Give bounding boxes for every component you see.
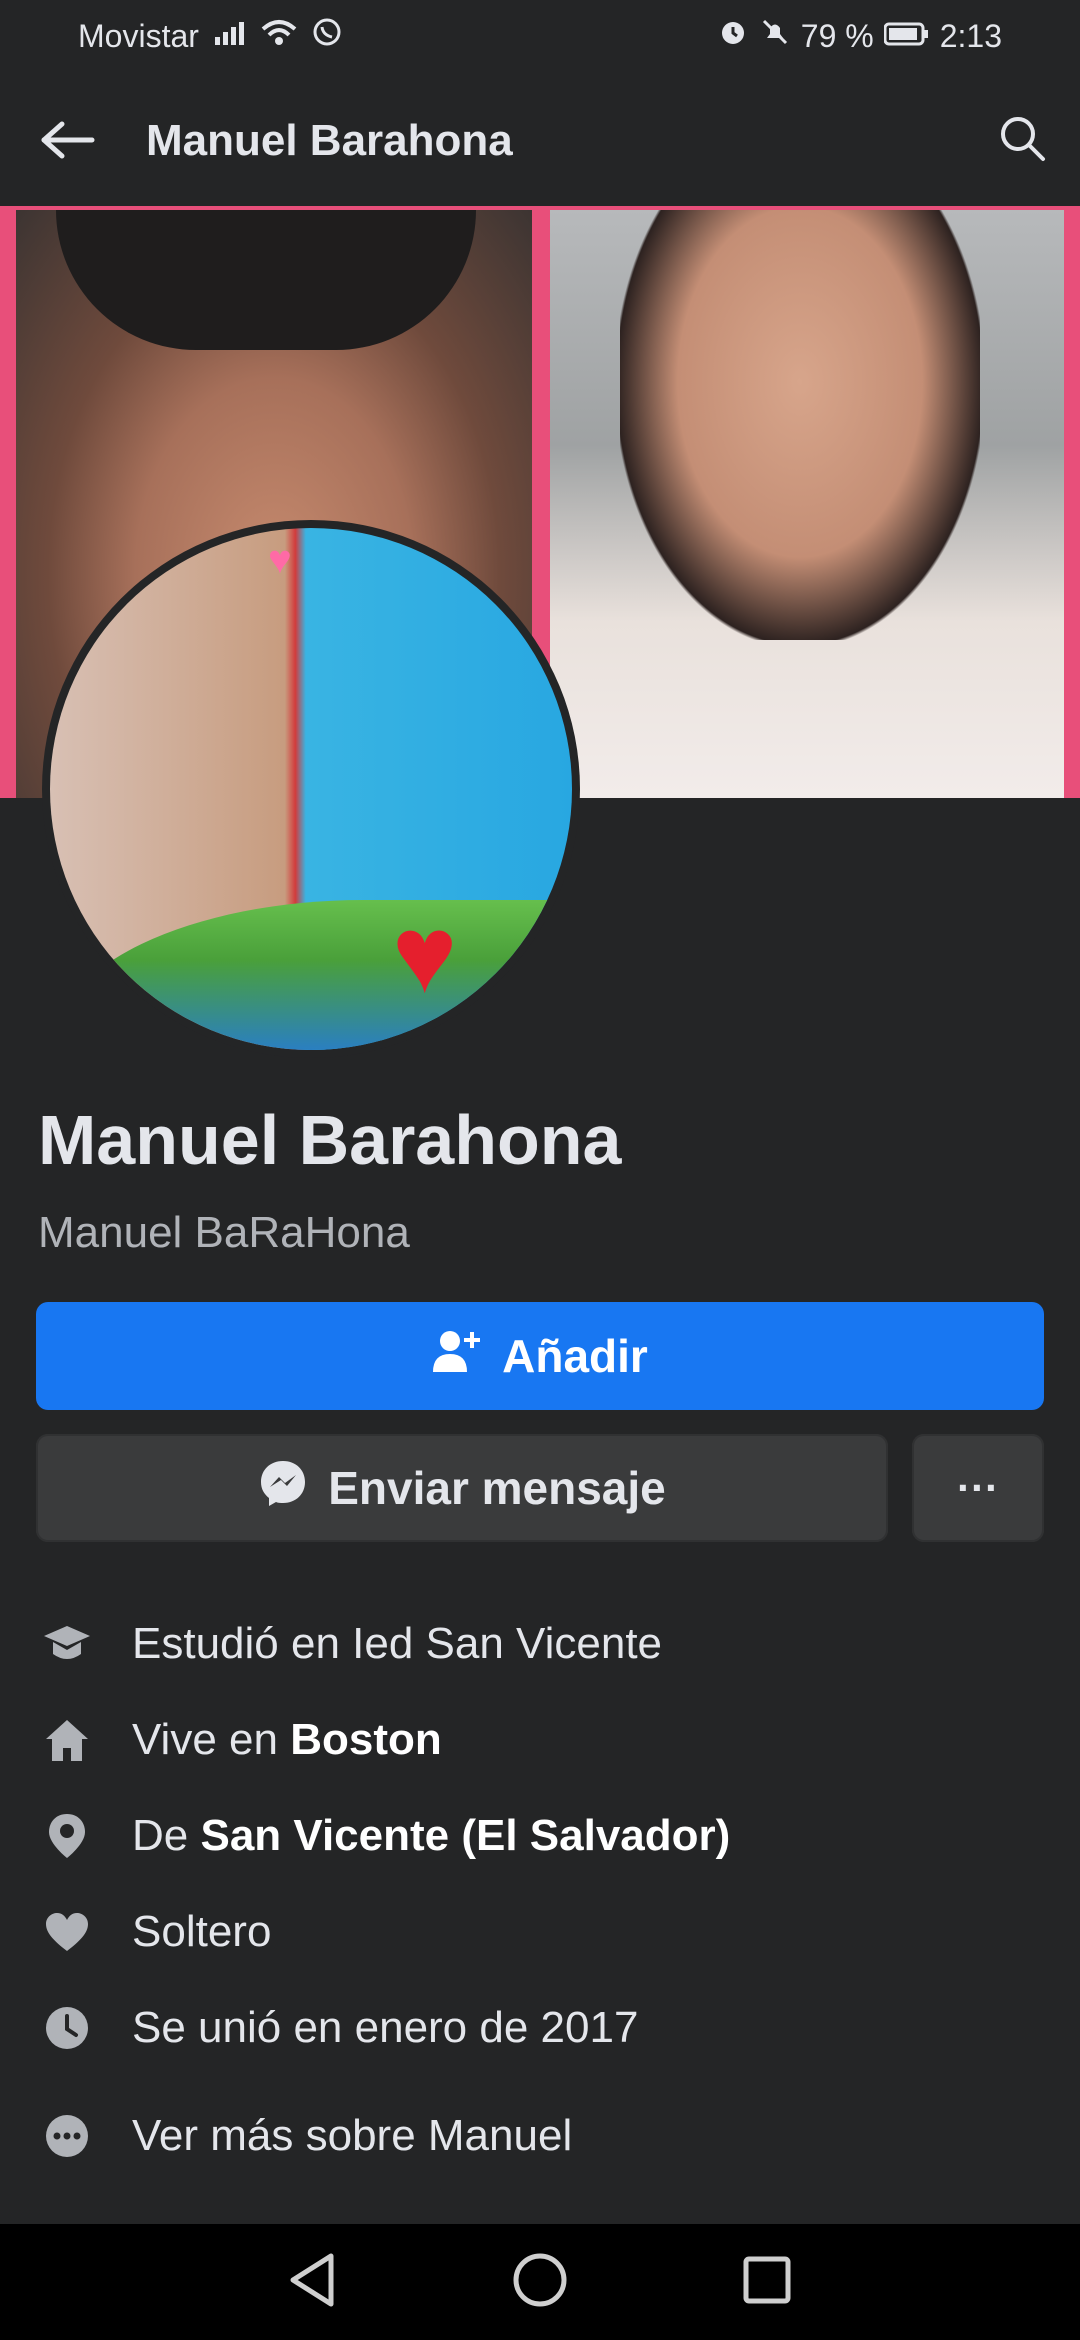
more-dots-icon bbox=[36, 2105, 98, 2167]
clock-time: 2:13 bbox=[939, 17, 1002, 54]
battery-icon bbox=[883, 18, 930, 55]
graduation-cap-icon bbox=[36, 1613, 98, 1675]
see-more-row[interactable]: Ver más sobre Manuel bbox=[36, 2088, 1044, 2184]
joined-text: Se unió en enero de 2017 bbox=[132, 2003, 639, 2052]
more-options-label: ··· bbox=[957, 1464, 999, 1511]
education-row: Estudió en Ied San Vicente bbox=[36, 1596, 1044, 1692]
back-button[interactable] bbox=[36, 110, 100, 174]
circle-home-icon bbox=[512, 2252, 568, 2313]
location-pin-icon bbox=[36, 1805, 98, 1867]
lives-in-prefix: Vive en bbox=[132, 1715, 278, 1764]
more-options-button[interactable]: ··· bbox=[912, 1434, 1044, 1542]
see-more-text: Ver más sobre Manuel bbox=[132, 2111, 573, 2160]
top-app-bar: Manuel Barahona bbox=[0, 72, 1080, 208]
muted-bell-icon bbox=[759, 16, 791, 56]
send-message-button[interactable]: Enviar mensaje bbox=[36, 1434, 888, 1542]
signal-icon bbox=[213, 18, 247, 55]
joined-row: Se unió en enero de 2017 bbox=[36, 1980, 1044, 2076]
messenger-icon bbox=[258, 1458, 308, 1519]
carrier-label: Movistar bbox=[78, 17, 199, 54]
battery-percent: 79 % bbox=[800, 17, 874, 54]
status-bar: Movistar 79 % 2:13 bbox=[0, 0, 1080, 72]
add-friend-label: Añadir bbox=[502, 1330, 648, 1382]
from-prefix: De bbox=[132, 1811, 189, 1860]
avatar-image: ♥ ♥ bbox=[50, 528, 572, 1050]
whatsapp-icon bbox=[311, 16, 343, 56]
alarm-icon bbox=[717, 16, 749, 56]
add-friend-button[interactable]: Añadir bbox=[36, 1302, 1044, 1410]
heart-sticker-icon: ♥ bbox=[392, 893, 458, 1016]
status-left: Movistar bbox=[78, 16, 343, 56]
cover-photo-right bbox=[546, 206, 1080, 798]
send-message-label: Enviar mensaje bbox=[328, 1462, 666, 1514]
relationship-text: Soltero bbox=[132, 1907, 272, 1956]
from-text: De San Vicente (El Salvador) bbox=[132, 1811, 730, 1861]
education-text: Estudió en Ied San Vicente bbox=[132, 1619, 663, 1668]
relationship-row: Soltero bbox=[36, 1884, 1044, 1980]
arrow-left-icon bbox=[40, 120, 96, 165]
add-friend-icon bbox=[432, 1328, 482, 1385]
lives-in-text: Vive en Boston bbox=[132, 1715, 442, 1765]
square-recents-icon bbox=[741, 2254, 793, 2311]
profile-name: Manuel Barahona bbox=[38, 1101, 622, 1179]
system-navigation-bar bbox=[0, 2224, 1080, 2340]
wifi-icon bbox=[261, 18, 297, 55]
lives-in-city[interactable]: Boston bbox=[290, 1715, 442, 1764]
from-row: De San Vicente (El Salvador) bbox=[36, 1788, 1044, 1884]
lives-in-row: Vive en Boston bbox=[36, 1692, 1044, 1788]
status-right: 79 % 2:13 bbox=[717, 16, 1002, 56]
search-icon bbox=[998, 114, 1046, 167]
heart-icon bbox=[36, 1901, 98, 1963]
cover-photo-right-image bbox=[550, 210, 1064, 798]
home-icon bbox=[36, 1709, 98, 1771]
profile-alternate-name: Manuel BaRaHona bbox=[38, 1208, 410, 1257]
profile-details-list: Estudió en Ied San Vicente Vive en Bosto… bbox=[36, 1596, 1044, 2184]
search-button[interactable] bbox=[990, 108, 1054, 172]
page-title: Manuel Barahona bbox=[146, 116, 513, 165]
profile-avatar[interactable]: ♥ ♥ bbox=[42, 520, 580, 1058]
clock-icon bbox=[36, 1997, 98, 2059]
nav-home-button[interactable] bbox=[500, 2242, 580, 2322]
small-heart-icon: ♥ bbox=[268, 538, 292, 582]
from-place[interactable]: San Vicente (El Salvador) bbox=[200, 1811, 730, 1860]
nav-recents-button[interactable] bbox=[727, 2242, 807, 2322]
nav-back-button[interactable] bbox=[273, 2242, 353, 2322]
triangle-back-icon bbox=[287, 2252, 339, 2313]
